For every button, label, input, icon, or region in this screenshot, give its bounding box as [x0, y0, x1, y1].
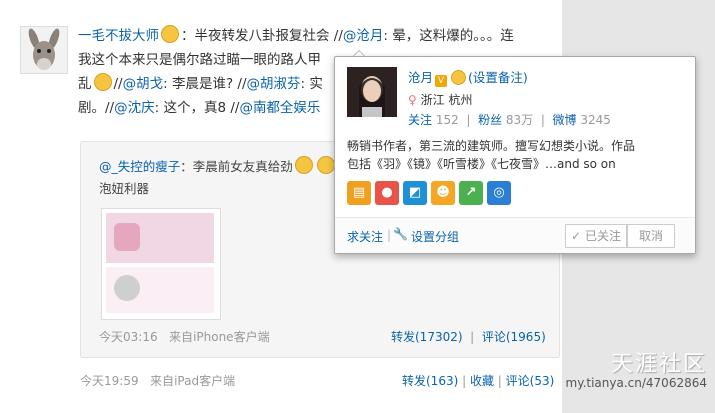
author-avatar[interactable]: [20, 26, 68, 74]
check-icon: ✓: [571, 229, 582, 243]
mention-link[interactable]: @沧月: [343, 28, 384, 44]
fans-count: 83万: [505, 113, 534, 127]
verified-v-icon: V: [435, 75, 448, 87]
watermark-logo: 天涯社区: [610, 352, 707, 377]
repost-author[interactable]: @_失控的瘦子: [99, 159, 180, 174]
post-text: : 李晨是谁? //: [163, 76, 247, 92]
app-badges: ▤ ● ◩ ☻ ↗ ◎: [347, 181, 515, 205]
followed-label: 已关注: [584, 229, 621, 243]
divider: |: [387, 228, 392, 242]
post-text: : 晕，这料爆的。。。连: [383, 28, 514, 44]
profile-stats: 关注 152 | 粉丝 83万 | 微博 3245: [408, 113, 611, 127]
favorite-link[interactable]: 收藏: [470, 374, 494, 388]
post-author[interactable]: 一毛不拔大师: [78, 28, 159, 44]
laugh-emoji-icon: [316, 156, 335, 174]
mention-link[interactable]: @胡淑芬: [247, 76, 301, 92]
female-icon: ♀: [408, 93, 417, 107]
emoji-app-icon[interactable]: ☻: [431, 181, 455, 205]
forward-link[interactable]: 转发(163): [402, 374, 458, 388]
share-app-icon[interactable]: ↗: [459, 181, 483, 205]
portrait-icon: [347, 67, 397, 117]
post-time[interactable]: 今天19:59: [80, 374, 139, 388]
request-follow-link[interactable]: 求关注: [347, 228, 383, 245]
profile-name[interactable]: 沧月: [408, 70, 433, 85]
follow-label[interactable]: 关注: [408, 113, 432, 127]
chat-app-icon[interactable]: ◎: [487, 181, 511, 205]
post-text: ：半夜转发八卦报复社会 //: [181, 28, 343, 44]
repost-content: ：李晨前女友真给劲: [180, 159, 293, 174]
post-text: 剧。//: [78, 100, 115, 116]
laugh-emoji-icon: [294, 156, 313, 174]
profile-bio: 畅销书作者，第三流的建筑师。擅写幻想类小说。作品 包括《羽》《镜》《听雪楼》《七…: [347, 137, 677, 173]
repost-comment-link[interactable]: 评论(1965): [482, 330, 546, 344]
sleepy-emoji-icon: [93, 73, 112, 91]
microphone-app-icon[interactable]: ●: [375, 181, 399, 205]
followed-button[interactable]: ✓ 已关注: [565, 224, 627, 248]
post-text: : 这个，真8 //: [154, 100, 240, 116]
photo-app-icon[interactable]: ◩: [403, 181, 427, 205]
weibo-label[interactable]: 微博: [553, 113, 577, 127]
follow-count: 152: [435, 113, 459, 127]
set-remark-link[interactable]: (设置备注): [468, 70, 528, 85]
profile-name-row: 沧月 V (设置备注): [408, 67, 528, 87]
repost-text: @_失控的瘦子：李晨前女友真给劲 泡妞利器: [99, 156, 359, 200]
location-text: 浙江 杭州: [420, 93, 473, 107]
fans-label[interactable]: 粉丝: [478, 113, 502, 127]
post-text: 乱: [78, 76, 92, 92]
post-actions: 转发(163) | 收藏 | 评论(53): [402, 374, 555, 388]
mention-link[interactable]: @沈庆: [114, 100, 155, 116]
profile-location: ♀ 浙江 杭州: [408, 91, 472, 108]
cancel-follow-button[interactable]: 取消: [627, 224, 675, 248]
id-card-app-icon[interactable]: ▤: [347, 181, 371, 205]
bio-line: 畅销书作者，第三流的建筑师。擅写幻想类小说。作品: [347, 139, 636, 153]
card-footer: 求关注 | 🔧 设置分组 ✓ 已关注 取消: [335, 217, 695, 253]
wrench-icon: 🔧: [393, 227, 408, 241]
set-group-link[interactable]: 设置分组: [411, 228, 459, 245]
repost-content: 泡妞利器: [99, 181, 150, 196]
post-source[interactable]: iPad客户端: [174, 374, 235, 388]
smile-emoji-icon: [161, 25, 179, 43]
post-text: 我这个本来只是偶尔路过瞄一眼的路人甲: [78, 52, 321, 68]
repost-meta: 今天03:16 来自iPhone客户端: [99, 328, 270, 345]
repost-forward-link[interactable]: 转发(17302): [391, 330, 463, 344]
user-profile-card: 沧月 V (设置备注) ♀ 浙江 杭州 关注 152 | 粉丝 83万 | 微博 3…: [334, 56, 696, 254]
repost-time[interactable]: 今天03:16: [99, 330, 158, 344]
donkey-avatar-icon: [21, 27, 67, 73]
crown-icon: [451, 70, 467, 85]
profile-photo[interactable]: [347, 67, 397, 117]
repost-source[interactable]: iPhone客户端: [193, 330, 270, 344]
bio-line: 包括《羽》《镜》《听雪楼》《七夜雪》…and so on: [347, 157, 616, 171]
repost-actions: 转发(17302) | 评论(1965): [391, 330, 546, 344]
mention-link[interactable]: @胡戈: [123, 76, 164, 92]
weibo-count: 3245: [580, 113, 611, 127]
post-meta: 今天19:59 来自iPad客户端: [80, 372, 235, 389]
watermark-url: my.tianya.cn/47062864: [565, 376, 708, 390]
repost-image-thumbnail[interactable]: [101, 208, 221, 320]
post-text: : 实: [300, 76, 323, 92]
comment-link[interactable]: 评论(53): [506, 374, 555, 388]
source-prefix: 来自: [169, 330, 194, 344]
cancel-label: 取消: [638, 229, 663, 243]
mention-link[interactable]: @南都全娱乐: [239, 100, 320, 116]
source-prefix: 来自: [150, 374, 175, 388]
